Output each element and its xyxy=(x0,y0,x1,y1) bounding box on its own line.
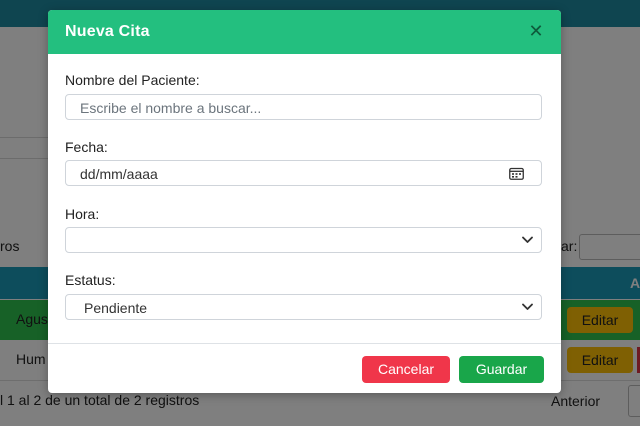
close-icon[interactable]: ✕ xyxy=(527,22,545,40)
time-select[interactable] xyxy=(65,227,542,253)
calendar-icon[interactable] xyxy=(509,167,524,180)
modal-footer-divider xyxy=(48,343,561,344)
chevron-down-icon xyxy=(522,303,533,310)
modal-header: Nueva Cita ✕ xyxy=(48,10,561,54)
patient-name-input[interactable]: Escribe el nombre a buscar... xyxy=(65,94,542,120)
status-label: Estatus: xyxy=(65,272,116,288)
status-value: Pendiente xyxy=(84,300,148,316)
date-input[interactable]: dd/mm/aaaa xyxy=(65,160,542,186)
date-value: dd/mm/aaaa xyxy=(80,166,158,182)
save-button[interactable]: Guardar xyxy=(459,356,544,383)
time-label: Hora: xyxy=(65,206,100,222)
new-appointment-modal: Nueva Cita ✕ Nombre del Paciente: Escrib… xyxy=(48,10,561,393)
patient-name-placeholder: Escribe el nombre a buscar... xyxy=(80,100,262,116)
modal-title: Nueva Cita xyxy=(65,23,150,40)
date-label: Fecha: xyxy=(65,139,108,155)
patient-name-label: Nombre del Paciente: xyxy=(65,72,200,88)
chevron-down-icon xyxy=(522,236,533,243)
status-select[interactable]: Pendiente xyxy=(65,294,542,320)
cancel-button[interactable]: Cancelar xyxy=(362,356,450,383)
